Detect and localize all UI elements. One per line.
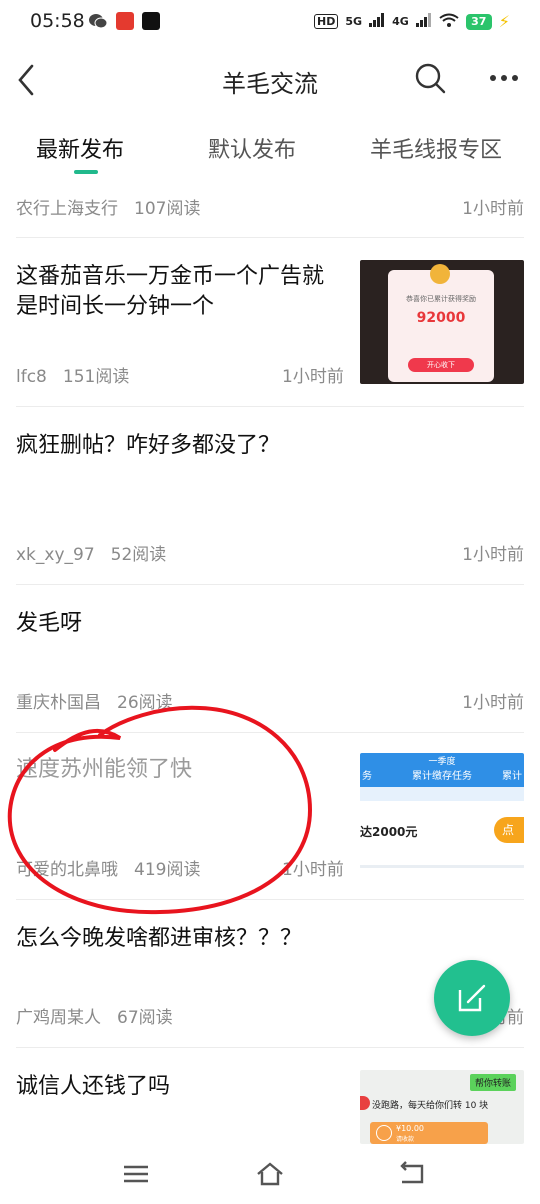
post-reads: 67阅读 (117, 1008, 173, 1028)
post-author: 可爱的北鼻哦 (16, 860, 118, 880)
post-thumbnail: 恭喜你已累计获得奖励 92000 开心收下 (360, 260, 524, 384)
wifi-icon (439, 13, 459, 31)
post-time: 1小时前 (462, 693, 524, 713)
post-thumbnail: 帮你转账 没跑路，每天给你们转 10 块 ¥10.00 请收款 (360, 1070, 524, 1144)
system-nav-bar (0, 1146, 540, 1204)
status-time: 05:58 (30, 10, 85, 32)
post-title: 这番茄音乐一万金币一个广告就是时间长一分钟一个 (16, 264, 325, 319)
post-title: 疯狂删帖？咋好多都没了？ (16, 433, 281, 458)
thumb-note: 请收款 (396, 1136, 415, 1143)
battery-icon: 37 (465, 13, 492, 30)
thumb-right-label: 累计 (502, 771, 522, 782)
thumb-left-label: 务 (362, 771, 372, 782)
music-app-icon (142, 12, 160, 30)
post-time: 1小时前 (462, 199, 524, 219)
signal-icon-2 (415, 13, 432, 30)
tab-bar: 最新发布 默认发布 羊毛线报专区 (0, 118, 540, 178)
post-reads: 26阅读 (117, 693, 173, 713)
post-reads: 419阅读 (134, 860, 201, 880)
tab-latest[interactable]: 最新发布 (36, 132, 124, 164)
thumb-line: 没跑路，每天给你们转 10 块 (372, 1101, 489, 1111)
post-time: 1小时前 (282, 367, 344, 387)
thumb-button: 点 (494, 817, 524, 843)
post-author: xk_xy_97 (16, 545, 95, 565)
thumb-amount: 达2000元 (360, 825, 418, 839)
active-tab-indicator (74, 170, 98, 174)
thumb-caption: 恭喜你已累计获得奖励 (406, 295, 476, 303)
post-author: 农行上海支行 (16, 199, 118, 219)
post-author: 重庆朴国昌 (16, 693, 101, 713)
list-item[interactable]: 疯狂删帖？咋好多都没了？ xk_xy_97 52阅读 1小时前 (16, 407, 524, 585)
tab-default[interactable]: 默认发布 (208, 132, 296, 164)
network-4g-label: 4G (392, 15, 409, 28)
post-thumbnail: 一季度 累计缴存任务 务 累计 达2000元 点 (360, 753, 524, 869)
top-bar: 羊毛交流 (0, 44, 540, 116)
search-icon[interactable] (414, 62, 446, 94)
thumb-amount: ¥10.00 (396, 1124, 424, 1133)
app-notification-icon (116, 12, 134, 30)
thumb-top-label: 一季度 (428, 757, 456, 767)
thumb-tag: 帮你转账 (469, 1074, 516, 1091)
list-item[interactable]: 农行上海支行 107阅读 1小时前 (16, 180, 524, 238)
post-author: 广鸡周某人 (16, 1008, 101, 1028)
back-nav-icon[interactable] (398, 1160, 426, 1188)
signal-icon (369, 13, 385, 30)
list-item[interactable]: 这番茄音乐一万金币一个广告就是时间长一分钟一个 lfc8 151阅读 1小时前 恭… (16, 238, 524, 407)
network-5g-label: 5G (345, 15, 363, 28)
thumb-button: 开心收下 (408, 358, 474, 372)
post-author: lfc8 (16, 367, 47, 387)
list-item[interactable]: 发毛呀 重庆朴国昌 26阅读 1小时前 (16, 585, 524, 733)
list-item[interactable]: 诚信人还钱了吗 帮你转账 没跑路，每天给你们转 10 块 ¥10.00 请收款 (16, 1048, 524, 1148)
charging-icon: ⚡ (498, 12, 510, 31)
tab-deals[interactable]: 羊毛线报专区 (370, 132, 502, 164)
post-title: 怎么今晚发啥都进审核？？？ (16, 926, 303, 951)
compose-button[interactable] (434, 960, 510, 1036)
home-icon[interactable] (256, 1160, 284, 1188)
post-reads: 151阅读 (62, 367, 130, 387)
post-title: 发毛呀 (16, 611, 83, 636)
thumb-amount: 92000 (416, 310, 466, 326)
page-title: 羊毛交流 (222, 70, 318, 98)
more-icon[interactable] (488, 70, 520, 86)
status-bar: 05:58 HD 5G 4G 37 ⚡ (0, 0, 540, 44)
edit-icon (456, 982, 488, 1014)
post-title: 诚信人还钱了吗 (16, 1074, 171, 1099)
thumb-sub-label: 累计缴存任务 (412, 771, 472, 782)
post-time: 1小时前 (462, 545, 524, 565)
post-reads: 107阅读 (134, 199, 201, 219)
hd-icon: HD (314, 14, 339, 29)
menu-icon[interactable] (122, 1160, 150, 1188)
post-reads: 52阅读 (110, 545, 167, 565)
list-item[interactable]: 速度苏州能领了快 可爱的北鼻哦 419阅读 1小时前 一季度 累计缴存任务 务 累… (16, 733, 524, 900)
wechat-icon (88, 12, 108, 30)
post-title: 速度苏州能领了快 (16, 757, 193, 782)
post-time: 1小时前 (282, 860, 344, 880)
